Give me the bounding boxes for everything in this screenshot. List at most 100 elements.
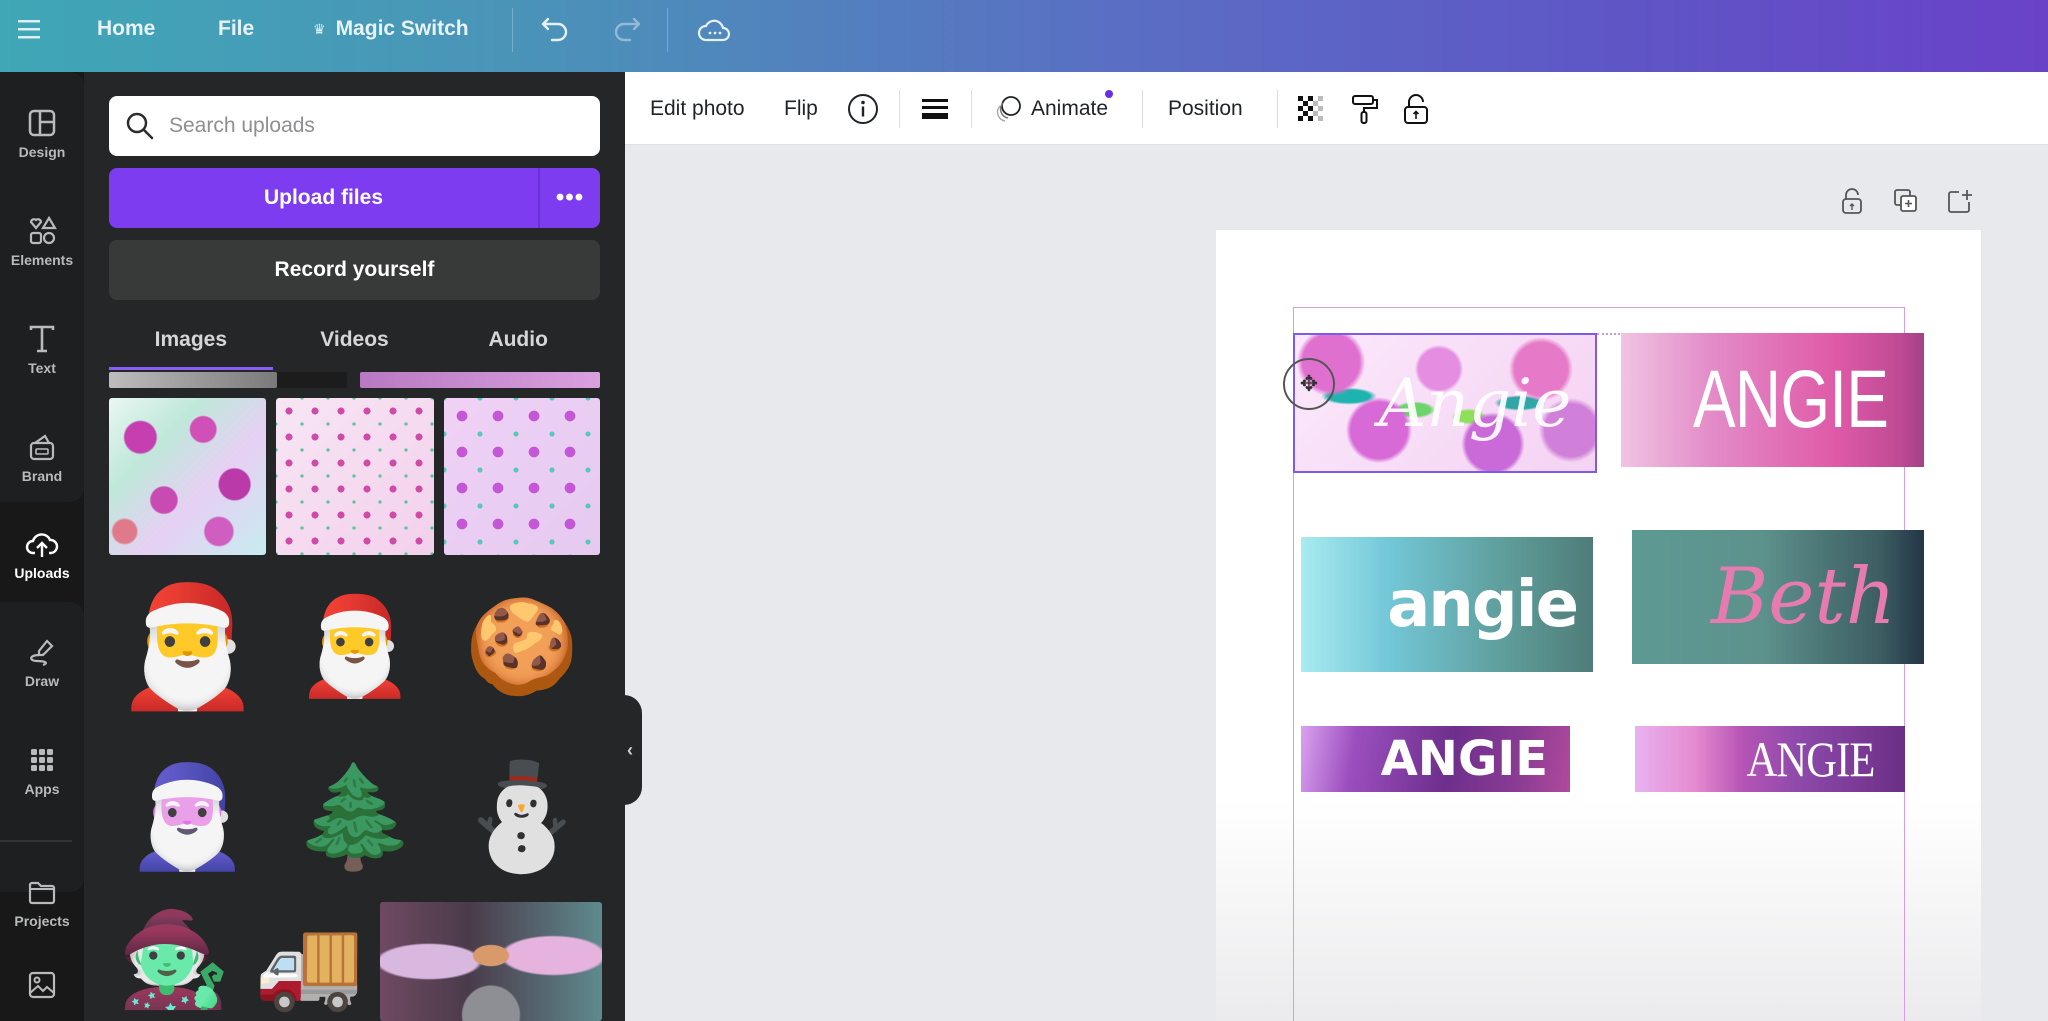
duplicate-page-icon xyxy=(1894,189,1917,212)
upload-sticker-snowman[interactable]: ⛄ xyxy=(444,742,600,892)
rail-item-draw[interactable]: Draw xyxy=(0,617,84,707)
apps-grid-icon xyxy=(31,749,53,771)
upload-sticker-gingerbread[interactable]: 🍪 xyxy=(444,577,600,717)
rail-item-design[interactable]: Design xyxy=(0,88,84,178)
search-input[interactable] xyxy=(169,114,569,138)
upload-thumbnail-partial[interactable] xyxy=(360,372,600,388)
top-bar: Home File ♛ Magic Switch xyxy=(0,0,2048,72)
canvas-element-beth[interactable]: Beth xyxy=(1632,530,1924,664)
cloud-save-status[interactable] xyxy=(697,0,731,58)
upload-sticker-gnome[interactable]: 🧙 xyxy=(109,900,239,1021)
draw-icon xyxy=(30,639,54,667)
upload-sticker-pink-santa[interactable]: 🎅 xyxy=(276,577,434,717)
canvas-element-floral-angie[interactable]: Angie xyxy=(1293,333,1597,473)
upload-more-options-button[interactable]: ••• xyxy=(540,168,600,228)
lock-button[interactable] xyxy=(1402,72,1430,145)
redo-button[interactable] xyxy=(610,0,642,58)
element-text: ANGIE xyxy=(1692,354,1889,445)
rail-item-photos[interactable] xyxy=(0,952,84,1021)
transparency-button[interactable] xyxy=(1296,72,1326,145)
element-text: ANGIE xyxy=(1747,731,1876,787)
folder-icon xyxy=(28,881,56,905)
cloud-sync-icon xyxy=(697,19,731,42)
canvas-element-serif-angie[interactable]: ANGIE xyxy=(1635,726,1905,792)
element-text: angie xyxy=(1387,567,1579,642)
upload-sticker-pastel-santa[interactable]: 🎅 xyxy=(109,742,266,892)
border-style-button[interactable] xyxy=(921,72,949,145)
chevron-left-icon: ‹ xyxy=(627,739,633,760)
media-tabs: Images Videos Audio xyxy=(109,312,600,370)
rail-label: Design xyxy=(18,144,66,160)
rail-label: Draw xyxy=(24,673,60,689)
record-yourself-button[interactable]: Record yourself xyxy=(109,240,600,300)
shapes-icon xyxy=(29,215,57,245)
uploads-panel: Upload files ••• Record yourself Images … xyxy=(84,72,625,1021)
lock-page-button[interactable] xyxy=(1837,186,1867,216)
page-actions xyxy=(1837,186,1975,216)
rail-label: Brand xyxy=(21,468,63,484)
move-cursor: ✥ xyxy=(1283,358,1335,410)
redo-icon xyxy=(614,17,641,42)
border-style-icon xyxy=(922,98,948,119)
crown-icon: ♛ xyxy=(313,20,326,37)
search-box[interactable] xyxy=(109,96,600,156)
magic-switch-label: Magic Switch xyxy=(335,17,469,40)
upload-sticker-pastel-trees[interactable]: 🌲 xyxy=(276,742,434,892)
text-icon xyxy=(29,325,55,353)
cloud-upload-icon xyxy=(25,533,59,557)
move-icon: ✥ xyxy=(1299,371,1319,396)
file-menu-button[interactable]: File xyxy=(218,0,254,58)
canvas-element-pink-angie[interactable]: ANGIE xyxy=(1621,333,1924,467)
info-button[interactable] xyxy=(846,72,880,145)
collapse-panel-button[interactable]: ‹ xyxy=(618,695,642,805)
animate-button[interactable]: Animate xyxy=(993,72,1113,145)
upload-files-button[interactable]: Upload files xyxy=(109,168,540,228)
edit-photo-button[interactable]: Edit photo xyxy=(650,72,745,145)
undo-button[interactable] xyxy=(540,0,572,58)
photos-icon xyxy=(28,971,56,999)
canvas-element-teal-angie[interactable]: angie xyxy=(1301,537,1593,672)
tab-audio[interactable]: Audio xyxy=(436,312,600,368)
upload-thumbnail-partial[interactable] xyxy=(109,372,277,388)
tab-images[interactable]: Images xyxy=(109,312,273,370)
transparency-icon xyxy=(1298,95,1323,121)
add-page-button[interactable] xyxy=(1945,186,1975,216)
duplicate-page-button[interactable] xyxy=(1891,186,1921,216)
rail-label: Uploads xyxy=(14,565,70,581)
animate-icon xyxy=(996,95,1021,122)
upload-thumbnail-floral-3[interactable] xyxy=(444,398,600,555)
rail-item-uploads[interactable]: Uploads xyxy=(0,509,84,599)
undo-icon xyxy=(541,17,568,42)
brand-kit-icon xyxy=(29,434,55,461)
divider xyxy=(512,8,513,52)
element-text: Beth xyxy=(1710,552,1896,642)
upload-sticker-truck[interactable]: 🚚 xyxy=(244,907,374,1021)
main-menu-button[interactable] xyxy=(18,0,44,58)
divider xyxy=(899,90,900,128)
upload-thumbnail-floral-2[interactable] xyxy=(276,398,434,555)
tab-videos[interactable]: Videos xyxy=(273,312,437,368)
canvas-element-purple-angie[interactable]: ANGIE xyxy=(1301,726,1570,792)
position-button[interactable]: Position xyxy=(1168,72,1243,145)
rail-label: Elements xyxy=(10,252,74,268)
magic-switch-button[interactable]: ♛ Magic Switch xyxy=(313,0,469,58)
context-toolbar: Edit photo Flip Animate Position xyxy=(625,72,2048,145)
upload-files-split-button: Upload files ••• xyxy=(109,168,600,228)
rail-item-apps[interactable]: Apps xyxy=(0,725,84,815)
copy-style-button[interactable] xyxy=(1350,72,1380,145)
rail-item-projects[interactable]: Projects xyxy=(0,857,84,947)
upload-thumbnail-partial[interactable] xyxy=(277,372,347,388)
flip-button[interactable]: Flip xyxy=(784,72,818,145)
rail-item-brand[interactable]: Brand xyxy=(0,412,84,502)
rail-item-elements[interactable]: Elements xyxy=(0,196,84,286)
hamburger-icon xyxy=(18,20,40,39)
upload-thumbnail-floral-1[interactable] xyxy=(109,398,266,555)
divider xyxy=(971,90,972,128)
rail-divider xyxy=(0,840,72,842)
upload-sticker-santa[interactable]: 🎅 xyxy=(109,572,266,722)
rail-item-text[interactable]: Text xyxy=(0,304,84,394)
rail-label: Apps xyxy=(24,781,60,797)
info-icon xyxy=(848,93,878,124)
home-button[interactable]: Home xyxy=(97,0,155,58)
upload-photo-person[interactable] xyxy=(380,902,602,1021)
